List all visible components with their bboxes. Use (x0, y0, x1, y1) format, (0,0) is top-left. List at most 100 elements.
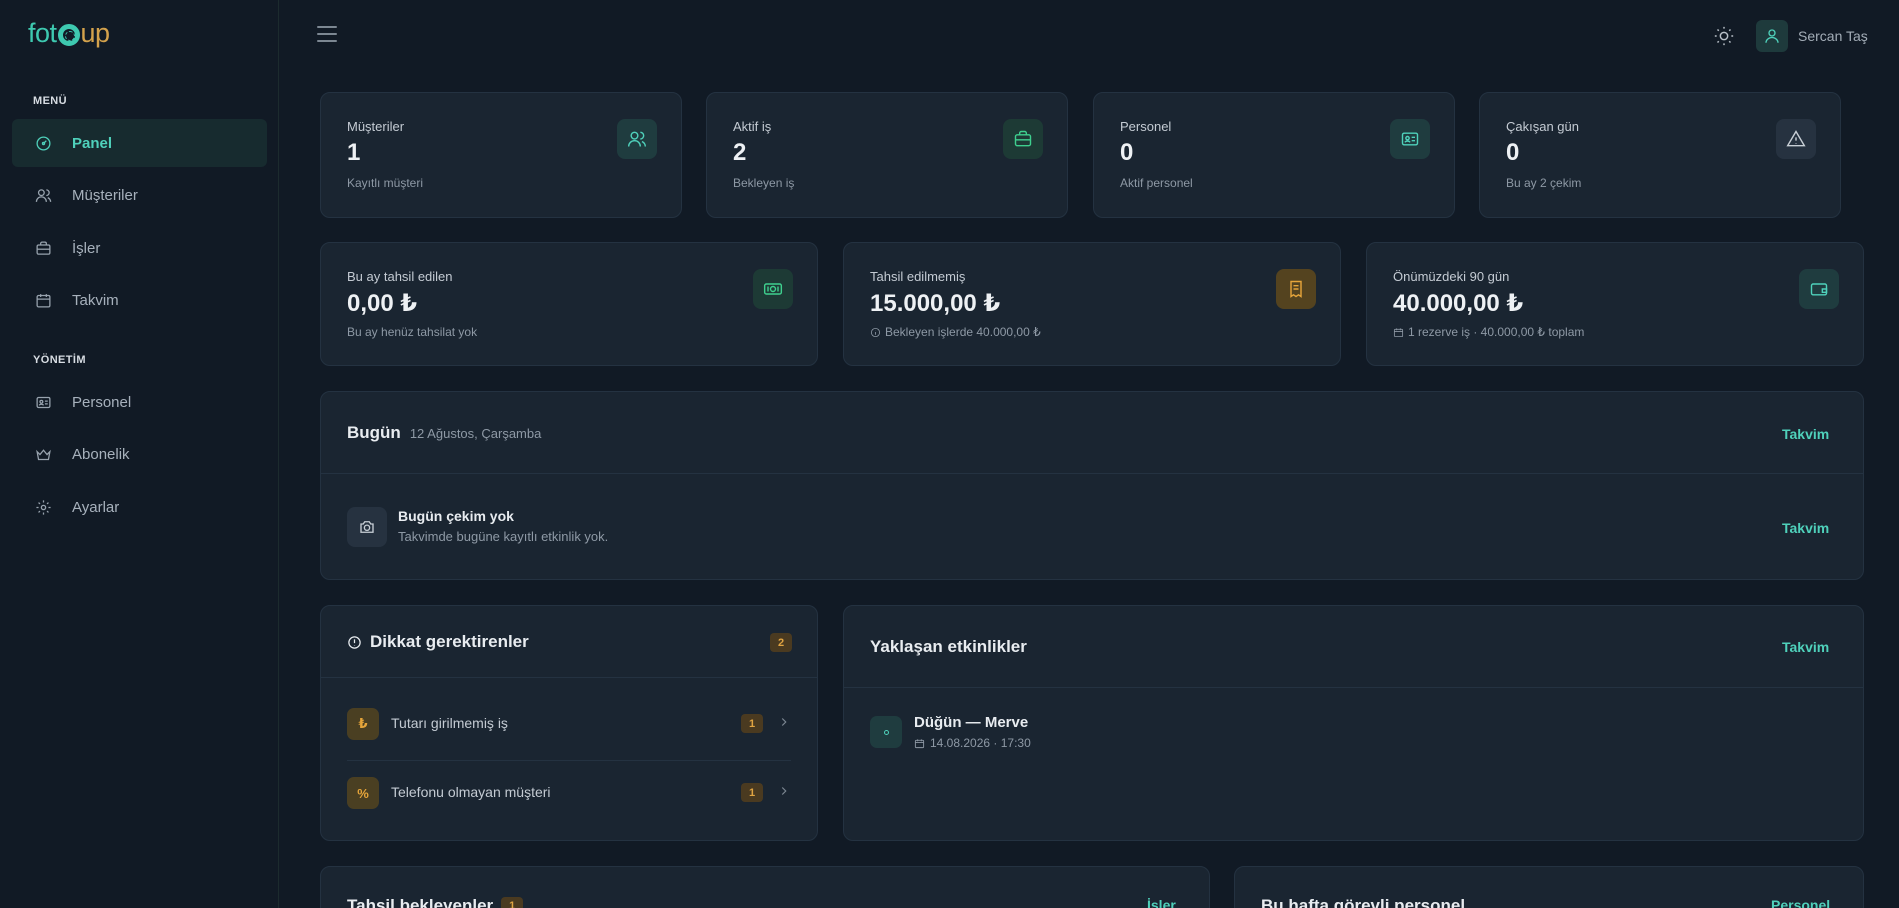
sidebar: fot up MENÜ Panel Müşteriler İşler Takvi… (0, 0, 279, 908)
pending-count-badge: 1 (501, 896, 524, 908)
stat-sub-text: 1 rezerve iş · 40.000,00 ₺ toplam (1408, 325, 1585, 339)
menu-toggle-button[interactable] (317, 26, 337, 44)
sidebar-item-musteriler[interactable]: Müşteriler (12, 171, 267, 219)
empty-state-title: Bugün çekim yok (398, 508, 514, 524)
attention-item-count: 1 (741, 714, 763, 733)
stat-card-musteriler[interactable]: Müşteriler 1 Kayıtlı müşteri (320, 92, 682, 218)
sun-icon[interactable] (1713, 25, 1735, 47)
today-title: Bugün (347, 423, 401, 442)
briefcase-icon (1003, 119, 1043, 159)
camera-icon (347, 507, 387, 547)
stat-sub: Bekleyen işlerde 40.000,00 ₺ (870, 325, 1041, 339)
stat-card-onumuzdeki-90-gun[interactable]: Önümüzdeki 90 gün 40.000,00 ₺ 1 rezerve … (1366, 242, 1864, 366)
event-dot-icon (870, 716, 902, 748)
chevron-right-icon (777, 715, 791, 734)
stat-label: Önümüzdeki 90 gün (1393, 269, 1510, 284)
stat-card-aktif-is[interactable]: Aktif iş 2 Bekleyen iş (706, 92, 1068, 218)
cash-icon (753, 269, 793, 309)
stat-sub: Bu ay henüz tahsilat yok (347, 325, 478, 339)
crown-icon (34, 445, 52, 463)
sidebar-item-label: Abonelik (72, 445, 130, 463)
receipt-icon (1276, 269, 1316, 309)
empty-state-sub: Takvimde bugüne kayıtlı etkinlik yok. (398, 529, 609, 544)
stat-label: Aktif iş (733, 119, 772, 134)
divider (844, 687, 1863, 688)
users-icon (34, 186, 52, 204)
sidebar-item-ayarlar[interactable]: Ayarlar (12, 483, 267, 531)
event-title: Düğün — Merve (914, 714, 1029, 731)
upcoming-title: Yaklaşan etkinlikler (870, 637, 1027, 656)
stat-card-bu-ay-tahsil[interactable]: Bu ay tahsil edilen 0,00 ₺ Bu ay henüz t… (320, 242, 818, 366)
event-item[interactable]: Düğün — Merve 14.08.2026 · 17:30 (844, 706, 1865, 762)
pending-title: Tahsil bekleyenler (347, 896, 494, 908)
user-menu[interactable]: Sercan Taş (1756, 20, 1868, 52)
stat-label: Personel (1120, 119, 1172, 134)
stat-card-cakisan-gun[interactable]: Çakışan gün 0 Bu ay 2 çekim (1479, 92, 1841, 218)
attention-item-count: 1 (741, 783, 763, 802)
divider (321, 677, 817, 678)
stat-label: Tahsil edilmemiş (870, 269, 966, 284)
stat-label: Çakışan gün (1506, 119, 1579, 134)
id-card-icon (1390, 119, 1430, 159)
sidebar-item-label: Takvim (72, 291, 119, 309)
stat-value: 0 (1120, 139, 1134, 166)
stat-sub: Aktif personel (1120, 176, 1193, 190)
stat-value: 0 (1506, 139, 1520, 166)
upcoming-calendar-link[interactable]: Takvim (1782, 639, 1829, 655)
sidebar-item-abonelik[interactable]: Abonelik (12, 430, 267, 478)
empty-calendar-link[interactable]: Takvim (1782, 520, 1829, 536)
user-icon (1765, 29, 1779, 43)
jobs-link[interactable]: İşler (1147, 897, 1176, 908)
sidebar-item-label: Panel (72, 134, 113, 152)
attention-item[interactable]: % Telefonu olmayan müşteri 1 (321, 759, 819, 827)
today-section: Bugün 12 Ağustos, Çarşamba Takvim Bugün … (320, 391, 1864, 580)
stat-sub: Kayıtlı müşteri (347, 176, 424, 190)
section-label-menu: MENÜ (33, 95, 67, 107)
alert-circle-icon (348, 635, 361, 649)
staff-link[interactable]: Personel (1771, 897, 1830, 908)
calendar-icon (34, 291, 52, 309)
today-calendar-link[interactable]: Takvim (1782, 426, 1829, 442)
sidebar-item-label: Ayarlar (72, 498, 120, 516)
gear-icon (34, 498, 52, 516)
sidebar-item-label: Müşteriler (72, 186, 138, 204)
stat-label: Müşteriler (347, 119, 405, 134)
attention-item-label: Telefonu olmayan müşteri (391, 784, 551, 800)
brand-text-part2: up (80, 18, 111, 48)
sidebar-item-label: Personel (72, 393, 132, 411)
id-card-icon (34, 393, 52, 411)
attention-count-badge: 2 (770, 633, 792, 652)
sidebar-item-personel[interactable]: Personel (12, 378, 267, 426)
stat-card-personel[interactable]: Personel 0 Aktif personel (1093, 92, 1455, 218)
weekly-staff-section: Bu hafta görevli personel Personel (1234, 866, 1864, 908)
pending-payments-section: Tahsil bekleyenler 1 İşler (320, 866, 1210, 908)
info-icon (870, 327, 881, 337)
brand-text-part1: fot (28, 18, 57, 48)
stat-card-tahsil-edilmemis[interactable]: Tahsil edilmemiş 15.000,00 ₺ Bekleyen iş… (843, 242, 1341, 366)
sidebar-item-takvim[interactable]: Takvim (12, 276, 267, 324)
calendar-money-icon (1393, 327, 1404, 337)
sidebar-item-label: İşler (72, 239, 101, 257)
stat-value: 2 (733, 139, 747, 166)
chevron-right-icon (777, 784, 791, 803)
stat-value: 40.000,00 ₺ (1393, 290, 1524, 317)
upcoming-section: Yaklaşan etkinlikler Takvim Düğün — Merv… (843, 605, 1864, 841)
stat-sub: Bu ay 2 çekim (1506, 176, 1582, 190)
weekly-staff-title: Bu hafta görevli personel (1261, 896, 1466, 908)
stat-sub: Bekleyen iş (733, 176, 795, 190)
briefcase-icon (34, 239, 52, 257)
user-name: Sercan Taş (1798, 28, 1868, 44)
attention-section: Dikkat gerektirenler 2 ₺ Tutarı girilmem… (320, 605, 818, 841)
stat-sub-text: Bekleyen işlerde 40.000,00 ₺ (885, 325, 1041, 339)
users-icon (617, 119, 657, 159)
stat-value: 0,00 ₺ (347, 290, 418, 317)
sidebar-item-panel[interactable]: Panel (12, 119, 267, 167)
stat-value: 1 (347, 139, 361, 166)
stat-label: Bu ay tahsil edilen (347, 269, 453, 284)
attention-item[interactable]: ₺ Tutarı girilmemiş iş 1 (321, 690, 819, 758)
attention-title: Dikkat gerektirenler (370, 632, 529, 651)
stat-sub: 1 rezerve iş · 40.000,00 ₺ toplam (1393, 325, 1584, 339)
divider (321, 473, 1863, 474)
sidebar-item-isler[interactable]: İşler (12, 224, 267, 272)
brand-logo[interactable]: fot up (28, 18, 110, 49)
